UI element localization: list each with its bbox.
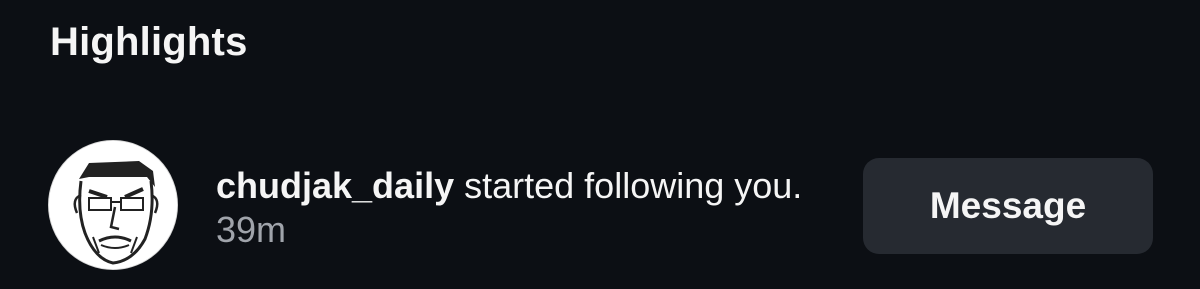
- notification-text: chudjak_daily started following you. 39m: [216, 164, 856, 252]
- timestamp: 39m: [216, 209, 287, 250]
- avatar[interactable]: [48, 140, 178, 270]
- username-link[interactable]: chudjak_daily: [216, 165, 454, 206]
- message-button[interactable]: Message: [863, 158, 1153, 254]
- action-text: started following you.: [454, 165, 803, 206]
- activity-panel: Highlights chudjak_daily started followi…: [0, 0, 1200, 289]
- section-title: Highlights: [50, 20, 248, 64]
- wojak-face-avatar-icon: [49, 141, 177, 269]
- notification-row[interactable]: chudjak_daily started following you. 39m…: [48, 140, 1158, 272]
